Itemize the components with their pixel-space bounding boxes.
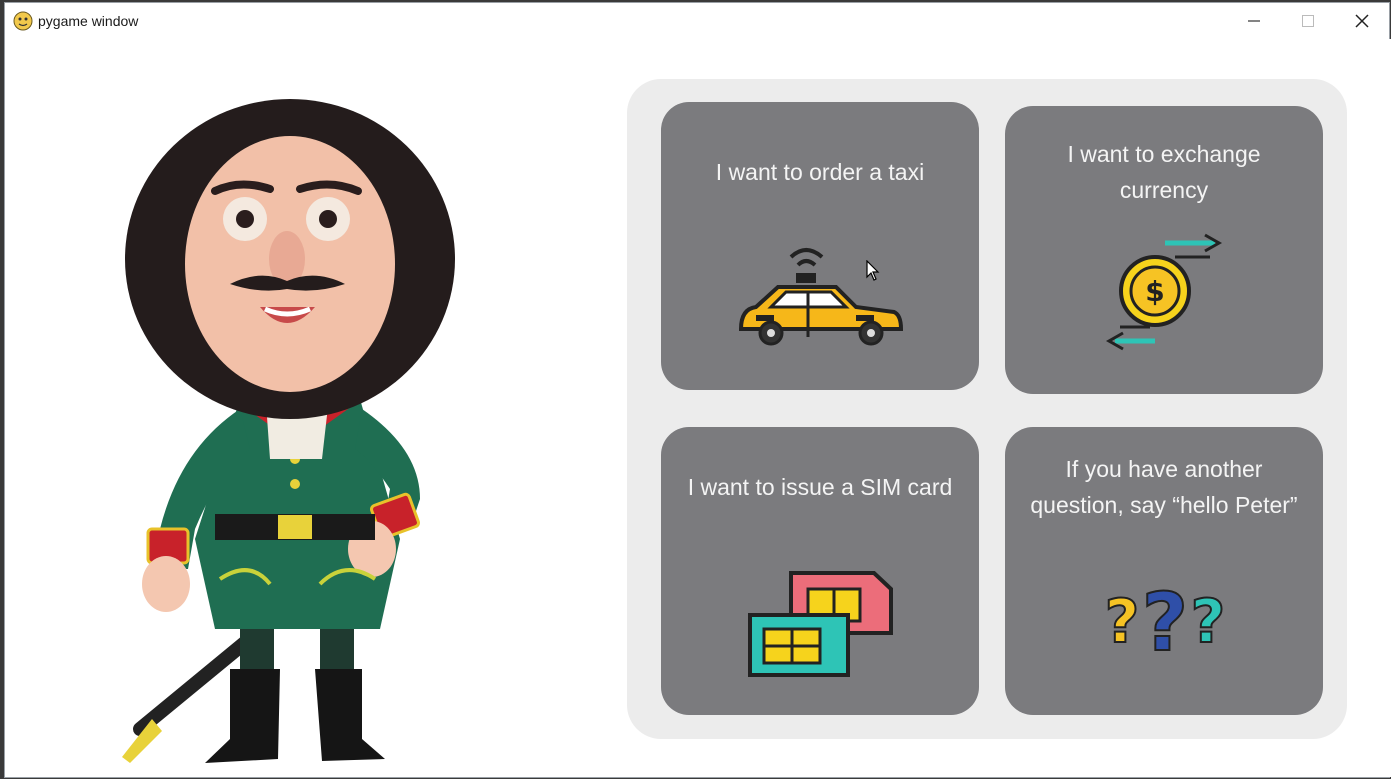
issue-sim-card-label: I want to issue a SIM card	[687, 474, 953, 500]
peter-character-image	[122, 99, 455, 763]
taxi-icon	[738, 248, 904, 346]
pygame-snake-icon	[13, 11, 33, 31]
svg-text:$: $	[1145, 275, 1164, 308]
exchange-currency-card[interactable]: I want to exchange currency $	[1005, 106, 1323, 394]
another-question-label: If you have another question, say “hello…	[1030, 456, 1298, 518]
question-marks-icon: ? ? ?	[1104, 575, 1227, 670]
svg-text:?: ?	[1105, 587, 1140, 657]
svg-text:?: ?	[1142, 576, 1188, 669]
app-content: I want to order a taxi I want to exchang…	[5, 39, 1391, 777]
order-taxi-label: I want to order a taxi	[715, 159, 925, 185]
currency-exchange-icon: $	[1105, 233, 1223, 351]
close-icon	[1355, 14, 1369, 28]
minimize-button[interactable]	[1227, 3, 1281, 39]
close-button[interactable]	[1335, 3, 1389, 39]
order-taxi-card[interactable]: I want to order a taxi	[661, 102, 979, 390]
options-panel: I want to order a taxi I want to exchang…	[627, 79, 1347, 739]
svg-text:?: ?	[1191, 587, 1226, 657]
sim-card-icon	[748, 571, 893, 677]
mouse-cursor-icon	[866, 260, 880, 281]
title-bar[interactable]: pygame window	[5, 3, 1389, 39]
issue-sim-card-card[interactable]: I want to issue a SIM card	[661, 427, 979, 715]
another-question-card[interactable]: If you have another question, say “hello…	[1005, 427, 1323, 715]
minimize-icon	[1248, 20, 1260, 22]
window-title: pygame window	[38, 13, 139, 29]
exchange-currency-label: I want to exchange currency	[1067, 141, 1261, 203]
maximize-icon	[1302, 15, 1314, 27]
maximize-button[interactable]	[1281, 3, 1335, 39]
pygame-window: pygame window I want to order a taxi I w…	[4, 2, 1391, 778]
